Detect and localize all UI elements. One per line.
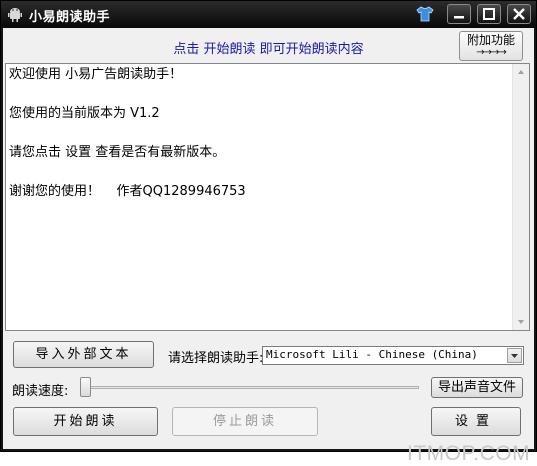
reading-text-area[interactable]: 欢迎使用 小易广告朗读助手！ 您使用的当前版本为 V1.2 请您点击 设置 查看… bbox=[5, 63, 530, 331]
speed-slider-track[interactable] bbox=[83, 386, 419, 389]
android-icon bbox=[8, 8, 22, 22]
addon-features-button[interactable]: 附加功能 →→→→ bbox=[459, 31, 523, 61]
close-button[interactable] bbox=[507, 4, 531, 24]
maximize-button[interactable] bbox=[477, 4, 501, 24]
app-window: 小易朗读助手 点击 开始朗读 即可开始朗读内容 附加功能 →→→→ 欢迎使用 小… bbox=[0, 0, 537, 465]
minimize-button[interactable] bbox=[447, 4, 471, 24]
settings-button[interactable]: 设置 bbox=[431, 407, 521, 436]
arrow-right-icon: →→→→ bbox=[476, 47, 507, 58]
text-line: 请您点击 设置 查看是否有最新版本。 bbox=[9, 145, 226, 160]
start-hint: 点击 开始朗读 即可开始朗读内容 bbox=[173, 42, 364, 57]
text-line: 欢迎使用 小易广告朗读助手！ bbox=[9, 67, 183, 82]
title-bar[interactable]: 小易朗读助手 bbox=[1, 1, 536, 28]
stop-reading-button[interactable]: 停止朗读 bbox=[172, 407, 318, 436]
text-line: 您使用的当前版本为 V1.2 bbox=[9, 106, 160, 121]
speed-slider-thumb[interactable] bbox=[80, 377, 91, 397]
window-title: 小易朗读助手 bbox=[29, 10, 111, 25]
chevron-down-icon bbox=[511, 354, 518, 358]
speed-label: 朗读速度: bbox=[12, 384, 69, 399]
text-content: 欢迎使用 小易广告朗读助手！ 您使用的当前版本为 V1.2 请您点击 设置 查看… bbox=[9, 65, 246, 202]
text-line: 谢谢您的使用！ 作者QQ1289946753 bbox=[9, 184, 246, 199]
minimize-icon bbox=[454, 16, 464, 19]
addon-features-label: 附加功能 bbox=[466, 33, 515, 47]
start-reading-button[interactable]: 开始朗读 bbox=[13, 407, 158, 436]
voice-selected-value: Microsoft Lili - Chinese (China) bbox=[266, 348, 478, 361]
scroll-up-icon[interactable] bbox=[513, 64, 529, 80]
client-area: 点击 开始朗读 即可开始朗读内容 附加功能 →→→→ 欢迎使用 小易广告朗读助手… bbox=[3, 28, 534, 465]
voice-select-label: 请选择朗读助手: bbox=[168, 351, 264, 366]
export-audio-button[interactable]: 导出声音文件 bbox=[431, 377, 523, 398]
vertical-scrollbar[interactable] bbox=[512, 64, 529, 330]
dropdown-button[interactable] bbox=[507, 348, 522, 363]
watermark: ITMOP.COM bbox=[407, 442, 531, 465]
tshirt-icon[interactable] bbox=[415, 5, 435, 23]
close-icon bbox=[513, 8, 525, 20]
voice-select[interactable]: Microsoft Lili - Chinese (China) bbox=[262, 346, 524, 365]
import-text-button[interactable]: 导入外部文本 bbox=[13, 341, 154, 368]
scroll-down-icon[interactable] bbox=[513, 314, 529, 330]
maximize-icon bbox=[483, 8, 495, 20]
